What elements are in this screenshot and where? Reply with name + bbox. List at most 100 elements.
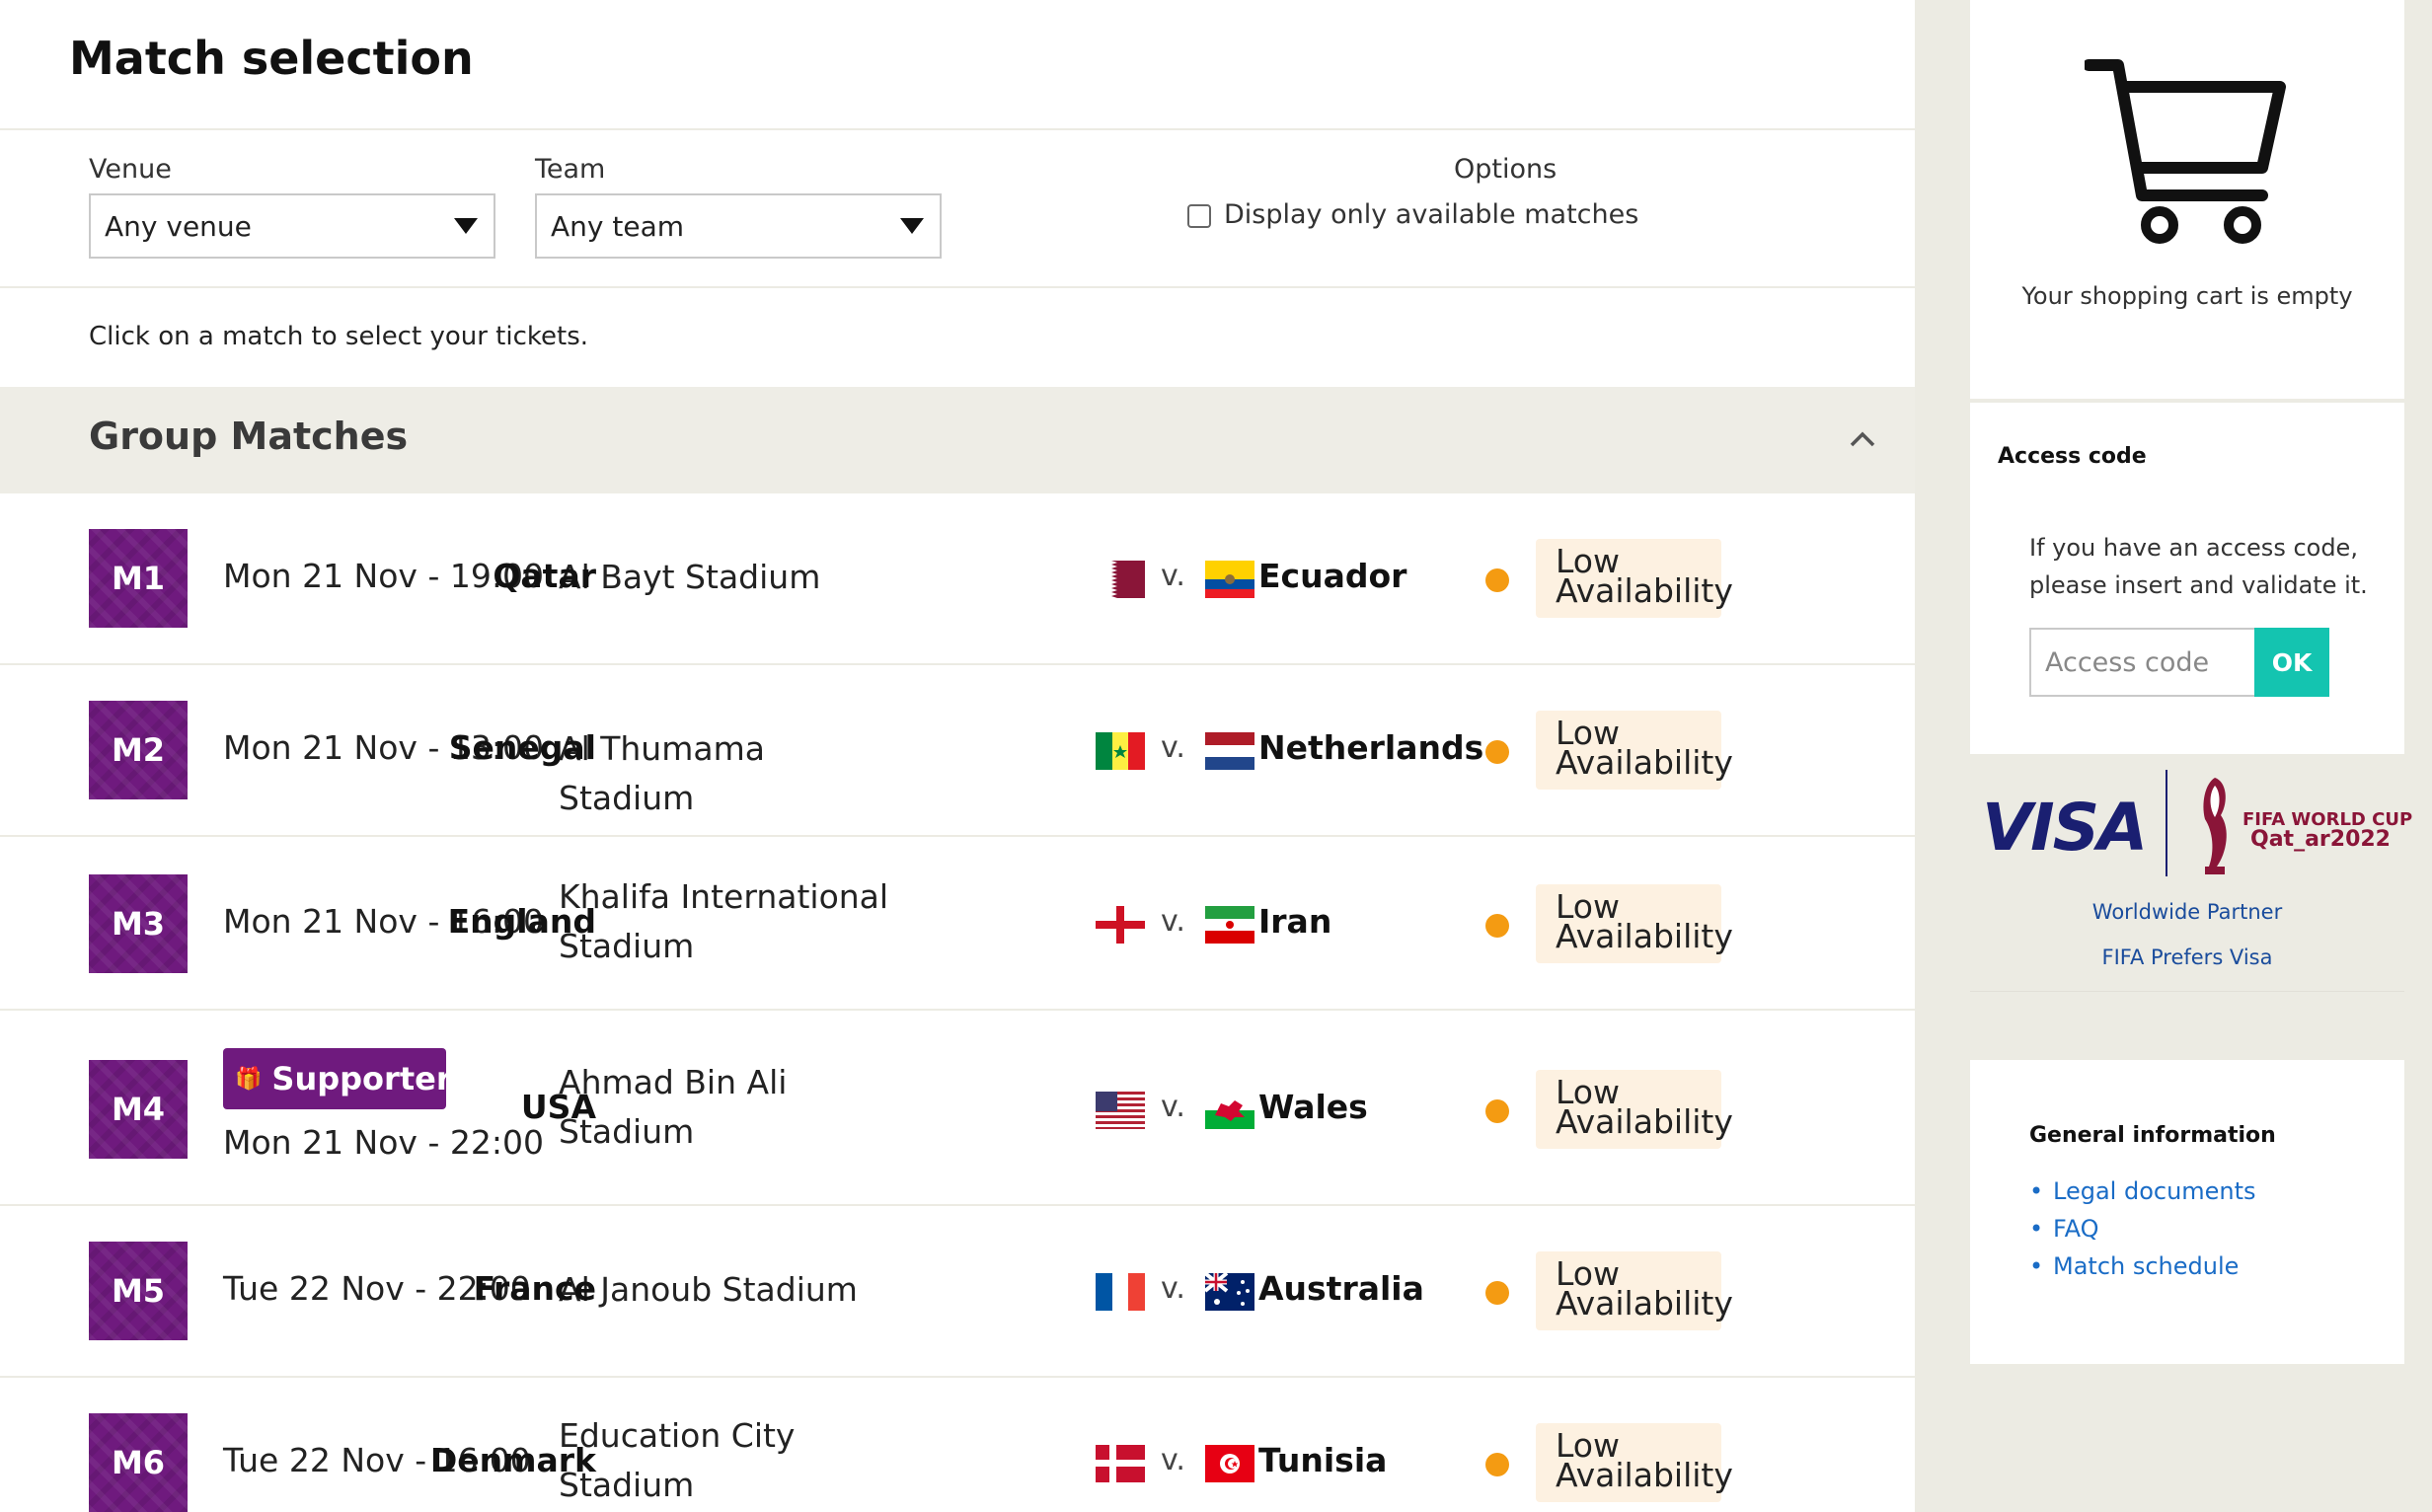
world-cup-subtitle: Qat_ar2022 — [2250, 827, 2391, 852]
access-code-input[interactable]: Access code — [2029, 628, 2256, 697]
list-item: FAQ — [2029, 1210, 2256, 1247]
versus-label: v. — [1161, 1443, 1185, 1477]
away-team: Wales — [1258, 1088, 1368, 1126]
chevron-up-icon[interactable] — [1848, 424, 1877, 454]
match-venue: Khalifa International Stadium — [559, 877, 889, 965]
away-team: Iran — [1258, 902, 1332, 941]
availability-badge: Low Availability — [1536, 711, 1733, 790]
home-team: Denmark — [429, 1441, 596, 1479]
cart-empty-text: Your shopping cart is empty — [2021, 282, 2353, 310]
versus-label: v. — [1161, 559, 1185, 593]
match-venue: Al Janoub Stadium — [559, 1270, 858, 1309]
options-label: Options — [1454, 154, 1558, 185]
available-only-label[interactable]: Display only available matches — [1224, 199, 1638, 230]
general-info-links: Legal documents FAQ Match schedule — [2029, 1172, 2256, 1285]
sponsor-tagline: Worldwide Partner — [2091, 900, 2283, 924]
sponsor-divider — [2166, 770, 2167, 876]
faq-link[interactable]: FAQ — [2053, 1215, 2099, 1243]
availability-badge: Low Availability — [1536, 884, 1733, 963]
available-only-checkbox[interactable] — [1187, 204, 1211, 228]
match-code-badge: M4 — [89, 1060, 188, 1159]
ecuador-flag-icon — [1205, 561, 1254, 598]
home-team: Qatar — [493, 557, 596, 595]
usa-flag-icon — [1096, 1092, 1145, 1129]
access-code-title: Access code — [1998, 444, 2147, 469]
visa-logo: VISA — [1982, 790, 2148, 866]
divider — [0, 128, 1915, 130]
away-team: Netherlands — [1258, 728, 1484, 767]
gift-icon: 🎁 — [235, 1066, 263, 1092]
list-item: Legal documents — [2029, 1172, 2256, 1210]
home-team: England — [447, 902, 596, 941]
iran-flag-icon — [1205, 906, 1254, 944]
availability-indicator — [1485, 1099, 1509, 1123]
match-venue: Al Bayt Stadium — [559, 558, 821, 596]
sponsor-slogan: FIFA Prefers Visa — [2101, 945, 2273, 969]
availability-badge: Low Availability — [1536, 1251, 1733, 1330]
versus-label: v. — [1161, 1090, 1185, 1124]
availability-badge: Low Availability — [1536, 539, 1733, 618]
match-row-m4[interactable]: M4 🎁 Supporters Mon 21 Nov - 22:00 Ahmad… — [0, 1011, 1915, 1206]
team-label: Team — [535, 154, 606, 185]
match-code-badge: M3 — [89, 874, 188, 973]
match-row-m5[interactable]: M5 Tue 22 Nov - 22:00 Al Janoub Stadium … — [0, 1206, 1915, 1378]
away-team: Ecuador — [1258, 557, 1407, 595]
senegal-flag-icon — [1096, 732, 1145, 770]
match-row-m1[interactable]: M1 Mon 21 Nov - 19:00 Al Bayt Stadium Qa… — [0, 493, 1915, 665]
legal-documents-link[interactable]: Legal documents — [2053, 1177, 2256, 1205]
divider — [1970, 991, 2404, 992]
general-info-title: General information — [2029, 1123, 2276, 1148]
availability-badge: Low Availability — [1536, 1070, 1733, 1149]
venue-select[interactable]: Any venue — [89, 193, 495, 259]
match-schedule-link[interactable]: Match schedule — [2053, 1252, 2239, 1280]
away-team: Tunisia — [1258, 1441, 1388, 1479]
home-team: Senegal — [448, 728, 596, 767]
availability-indicator — [1485, 740, 1509, 764]
team-select-value: Any team — [551, 209, 685, 243]
match-date: Mon 21 Nov - 22:00 — [223, 1123, 544, 1162]
france-flag-icon — [1096, 1273, 1145, 1311]
availability-indicator — [1485, 1281, 1509, 1305]
availability-badge: Low Availability — [1536, 1423, 1733, 1502]
home-team: France — [473, 1269, 596, 1308]
match-selection-panel: Match selection Venue Any venue Team Any… — [0, 0, 1915, 1512]
instruction-text: Click on a match to select your tickets. — [89, 322, 589, 351]
match-row-m3[interactable]: M3 Mon 21 Nov - 16:00 Khalifa Internatio… — [0, 837, 1915, 1011]
list-item: Match schedule — [2029, 1247, 2256, 1285]
access-code-description: If you have an access code, please inser… — [2029, 534, 2368, 599]
tunisia-flag-icon — [1205, 1445, 1254, 1482]
versus-label: v. — [1161, 730, 1185, 765]
shopping-cart-panel: Your shopping cart is empty — [1970, 0, 2404, 399]
general-info-panel: General information Legal documents FAQ … — [1970, 1060, 2404, 1364]
access-code-ok-button[interactable]: OK — [2254, 628, 2329, 697]
match-code-badge: M6 — [89, 1413, 188, 1512]
match-row-m6[interactable]: M6 Tue 22 Nov - 16:00 Education City Sta… — [0, 1378, 1915, 1512]
availability-indicator — [1485, 1453, 1509, 1476]
away-team: Australia — [1258, 1269, 1424, 1308]
denmark-flag-icon — [1096, 1445, 1145, 1482]
wales-flag-icon — [1205, 1092, 1254, 1129]
availability-indicator — [1485, 568, 1509, 592]
match-venue: Ahmad Bin Ali Stadium — [559, 1063, 788, 1151]
group-matches-header[interactable]: Group Matches — [0, 387, 1915, 493]
shopping-cart-icon — [2085, 59, 2286, 244]
match-code-badge: M1 — [89, 529, 188, 628]
supporters-badge: 🎁 Supporters — [223, 1048, 471, 1109]
availability-indicator — [1485, 914, 1509, 938]
match-venue: Education City Stadium — [559, 1416, 796, 1504]
netherlands-flag-icon — [1205, 732, 1254, 770]
match-venue: Al Thumama Stadium — [559, 729, 765, 817]
team-select[interactable]: Any team — [535, 193, 942, 259]
qatar-flag-icon — [1096, 561, 1145, 598]
caret-down-icon — [900, 218, 924, 234]
england-flag-icon — [1096, 906, 1145, 944]
match-code-badge: M5 — [89, 1242, 188, 1340]
match-row-m2[interactable]: M2 Mon 21 Nov - 13:00 Al Thumama Stadium… — [0, 665, 1915, 837]
venue-label: Venue — [89, 154, 172, 185]
world-cup-trophy-icon — [2203, 778, 2227, 874]
versus-label: v. — [1161, 1271, 1185, 1306]
venue-select-value: Any venue — [105, 209, 252, 243]
caret-down-icon — [454, 218, 478, 234]
divider — [0, 286, 1915, 288]
supporters-label: Supporters — [271, 1060, 471, 1097]
